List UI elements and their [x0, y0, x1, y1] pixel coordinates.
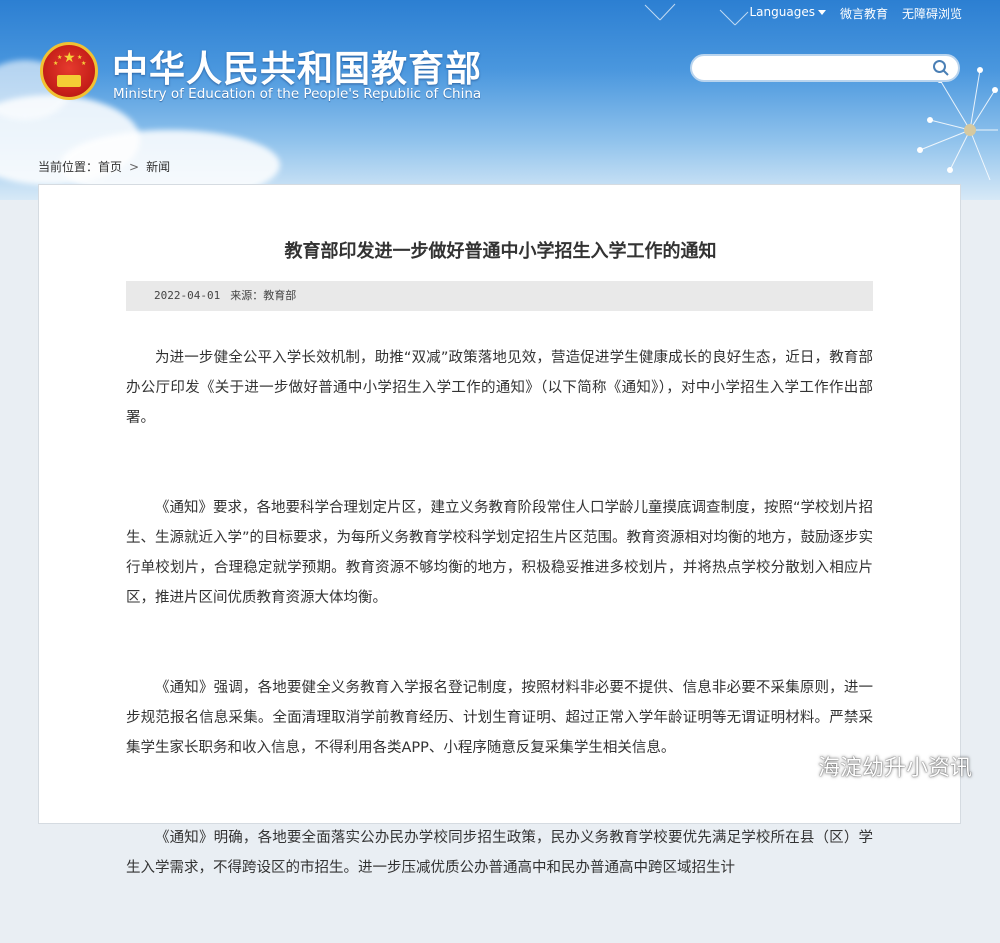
languages-menu[interactable]: Languages: [749, 5, 826, 22]
accessibility-link[interactable]: 无障碍浏览: [902, 5, 962, 22]
search-box: [690, 54, 960, 82]
national-emblem-icon: ★ ★ ★ ★ ★: [40, 42, 98, 100]
article-title: 教育部印发进一步做好普通中小学招生入学工作的通知: [284, 241, 717, 262]
article-paragraph: 《通知》强调，各地要健全义务教育入学报名登记制度，按照材料非必要不提供、信息非必…: [126, 680, 873, 756]
article-date: 2022-04-01: [154, 289, 221, 302]
site-title[interactable]: 中华人民共和国教育部: [112, 40, 482, 92]
article-source: 来源：教育部: [230, 289, 297, 302]
chevron-down-icon: [817, 10, 826, 15]
search-input[interactable]: [702, 58, 926, 80]
breadcrumb-prefix: 当前位置：: [38, 160, 99, 174]
breadcrumb-separator: >: [129, 160, 140, 174]
breadcrumb-home[interactable]: 首页: [98, 160, 122, 174]
top-links: Languages 微言教育 无障碍浏览: [749, 5, 962, 22]
article-paragraph: 《通知》明确，各地要全面落实公办民办学校同步招生政策，民办义务教育学校要优先满足…: [126, 830, 873, 876]
search-icon[interactable]: [932, 59, 950, 81]
watermark-text: 海淀幼升小资讯: [817, 756, 972, 781]
article-card: 教育部印发进一步做好普通中小学招生入学工作的通知 2022-04-01 来源：教育…: [38, 184, 961, 876]
article-meta: 2022-04-01 来源：教育部: [126, 281, 873, 311]
dandelion-decoration: [644, 3, 749, 26]
article-paragraph: 为进一步健全公平入学长效机制，助推“双减”政策落地见效，营造促进学生健康成长的良…: [126, 350, 873, 426]
watermark: 海淀幼升小资讯: [786, 750, 972, 782]
article-paragraph: 《通知》要求，各地要科学合理划定片区，建立义务教育阶段常住人口学龄儿童摸底调查制…: [126, 500, 874, 606]
dandelion-decoration: [917, 67, 998, 181]
breadcrumb-current[interactable]: 新闻: [146, 160, 170, 174]
breadcrumb: 当前位置：首页 > 新闻: [38, 158, 170, 175]
site-subtitle: Ministry of Education of the People's Re…: [113, 86, 482, 102]
wechat-icon: [786, 756, 812, 775]
weibo-link[interactable]: 微言教育: [840, 5, 888, 22]
article-body: 为进一步健全公平入学长效机制，助推“双减”政策落地见效，营造促进学生健康成长的良…: [126, 343, 873, 943]
languages-label: Languages: [749, 5, 815, 19]
